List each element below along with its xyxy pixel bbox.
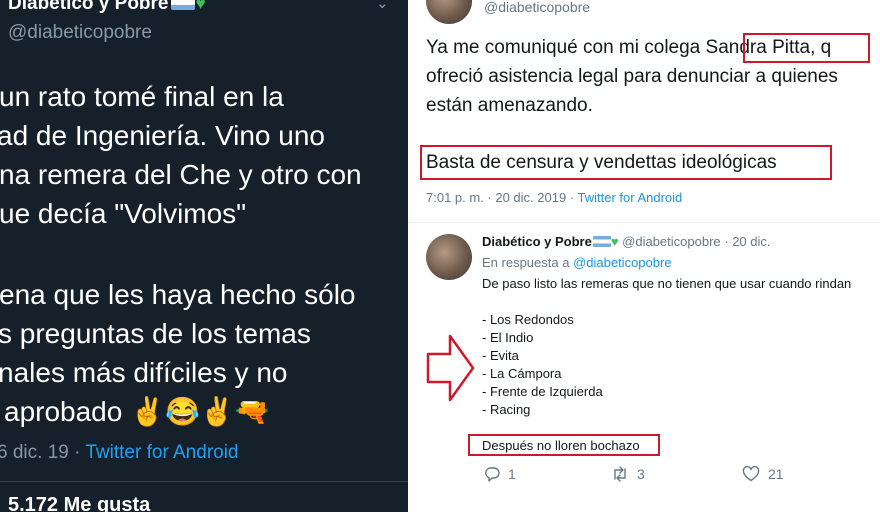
tweet-text-line-3: están amenazando. [426,95,593,116]
reply-header: Diabético y Pobre ♥ @diabeticopobre · 20 … [482,234,771,249]
tweet-text-line: s preguntas de los temas [0,318,311,349]
green-heart-icon: ♥ [610,234,619,249]
tweet-text-line: na remera del Che y otro con [0,159,362,190]
list-item: - El Indio [482,330,534,345]
retweet-icon [614,466,626,482]
reply-author-name[interactable]: Diabético y Pobre [482,234,592,249]
right-tweet-panel: @diabeticopobre Ya me comuniqué con mi c… [408,0,880,512]
list-item: - Evita [482,348,519,363]
chevron-down-icon[interactable]: ⌄ [376,0,389,12]
list-item: - Frente de Izquierda [482,384,603,399]
list-item: - Racing [482,402,531,417]
reply-text-intro: De paso listo las remeras que no tienen … [482,276,852,291]
list-item: - Los Redondos [482,312,574,327]
left-author-handle[interactable]: @diabeticopobre [8,22,152,44]
left-author-name[interactable]: Diabético y Pobre ♥ [8,0,206,15]
tweet-text-line: ad de Ingeniería. Vino uno [0,120,325,151]
tweet-date[interactable]: 6 dic. 19 [0,442,69,463]
tweet-timestamp: 7:01 p. m. · 20 dic. 2019 · Twitter for … [426,190,683,205]
replying-to-link[interactable]: @diabeticopobre [573,255,671,270]
tweet-text-line: ue decía "Volvimos" [0,198,247,229]
reply-author-handle[interactable]: @diabeticopobre [622,234,720,249]
reply-icon [485,467,500,482]
reply-count: 1 [508,466,516,482]
tweet-source[interactable]: Twitter for Android [578,190,683,205]
retweet-count: 3 [637,466,645,482]
divider [0,481,408,482]
replying-to: En respuesta a @diabeticopobre [482,255,672,270]
red-highlight-box [743,33,870,63]
tweet-text-line: nales más difíciles y no [0,357,288,388]
tweet-text-line: un rato tomé final en la [0,81,284,112]
green-heart-icon: ♥ [195,0,206,13]
avatar[interactable] [426,0,472,24]
tweet-text-line-2: ofreció asistencia legal para denunciar … [426,66,838,87]
reply-action[interactable]: 1 [484,466,516,482]
red-highlight-box [420,145,832,180]
left-tweet-panel: Diabético y Pobre ♥ ⌄ @diabeticopobre un … [0,0,408,512]
red-highlight-box [468,434,660,456]
like-action[interactable]: 21 [742,465,784,482]
meta-separator: · [74,442,81,463]
reply-date[interactable]: · 20 dic. [721,234,770,249]
argentina-flag-icon [592,236,611,247]
retweet-action[interactable]: 3 [611,466,645,482]
tweet-text-line: aprobado ✌😂✌🔫 [4,396,270,427]
list-item: - La Cámpora [482,366,562,381]
red-arrow-icon [426,334,475,402]
tweet-text-line: ena que les haya hecho sólo [0,279,356,310]
argentina-flag-icon [170,0,195,10]
author-handle[interactable]: @diabeticopobre [484,0,590,15]
left-tweet-meta: 6 dic. 19 · Twitter for Android [0,442,239,464]
like-count-stat[interactable]: 5.172 Me gusta [8,494,150,512]
heart-icon [742,465,760,482]
reply-avatar[interactable] [426,234,472,280]
like-count: 21 [768,466,784,482]
divider [408,222,880,223]
tweet-source[interactable]: Twitter for Android [85,442,238,463]
